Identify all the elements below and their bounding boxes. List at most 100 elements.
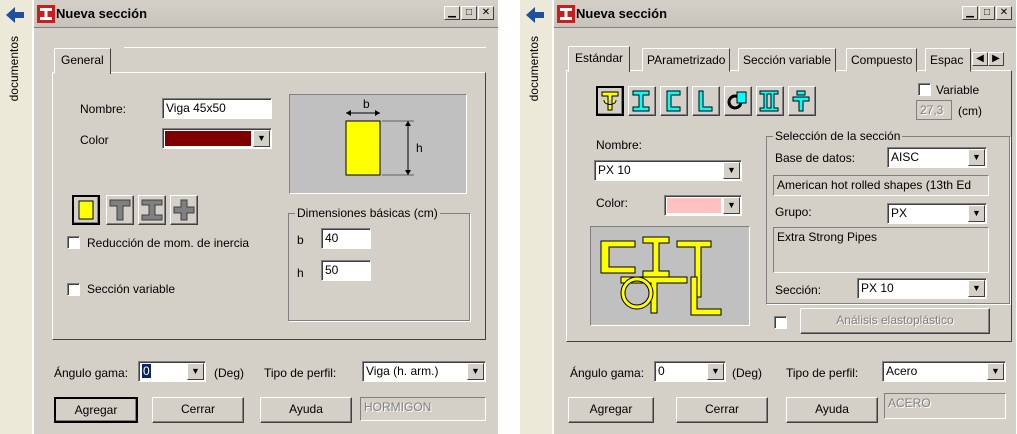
seccion-value: PX 10 bbox=[861, 281, 894, 295]
tab-general[interactable]: General bbox=[54, 48, 111, 74]
app-logo-icon bbox=[37, 5, 55, 23]
color-select[interactable]: ▼ bbox=[162, 128, 272, 149]
app-logo-icon bbox=[557, 5, 575, 23]
chevron-down-icon[interactable]: ▼ bbox=[987, 363, 1004, 380]
double-profile-button[interactable] bbox=[756, 86, 784, 116]
tab-espacial[interactable]: Espac bbox=[925, 48, 971, 72]
side-strip: documentos bbox=[0, 0, 32, 434]
variable-field: 27,3 bbox=[916, 100, 952, 120]
t-shape-icon bbox=[109, 199, 131, 221]
nombre-combo[interactable]: PX 10 ▼ bbox=[594, 160, 742, 181]
chevron-down-icon[interactable]: ▼ bbox=[187, 363, 204, 380]
back-arrow-icon[interactable] bbox=[524, 6, 546, 24]
tipo-combo[interactable]: Viga (h. arm.) ▼ bbox=[362, 361, 486, 382]
maximize-button[interactable]: □ bbox=[461, 6, 477, 20]
tab-estandar[interactable]: Estándar bbox=[568, 46, 631, 72]
chevron-down-icon[interactable]: ▼ bbox=[968, 149, 985, 166]
cerrar-button[interactable]: Cerrar bbox=[676, 397, 768, 423]
nombre-field[interactable]: Viga 45x50 bbox=[162, 98, 272, 119]
tipo-value: Viga (h. arm.) bbox=[366, 364, 439, 378]
analisis-checkbox[interactable] bbox=[774, 316, 787, 329]
seccion-combo[interactable]: PX 10 ▼ bbox=[857, 278, 987, 299]
analisis-button: Análisis elastoplástico bbox=[800, 308, 990, 334]
agregar-button[interactable]: Agregar bbox=[568, 397, 654, 423]
chevron-down-icon[interactable]: ▼ bbox=[707, 363, 724, 380]
tab-scroll-right-icon[interactable]: ▶ bbox=[988, 52, 1004, 66]
l-profile-icon bbox=[698, 90, 713, 112]
angulo-combo[interactable]: 0 ▼ bbox=[138, 361, 206, 382]
angulo-label: Ángulo gama: bbox=[570, 366, 645, 380]
base-value: AISC bbox=[891, 150, 920, 164]
wt-shape-icon bbox=[601, 91, 619, 111]
tipo-value: Acero bbox=[886, 364, 918, 378]
cross-shape-button[interactable] bbox=[170, 195, 198, 225]
section-preview: b h bbox=[289, 94, 467, 194]
rectangle-shape-icon bbox=[78, 200, 94, 220]
h-field[interactable]: 50 bbox=[321, 260, 371, 281]
pipe-profile-button[interactable] bbox=[724, 86, 752, 116]
seccion-variable-label: Sección variable bbox=[87, 282, 176, 296]
color-select[interactable]: ▼ bbox=[664, 195, 742, 216]
title-bar[interactable]: Nueva sección ▁ □ ✕ bbox=[34, 0, 498, 28]
agregar-button[interactable]: Agregar bbox=[54, 397, 138, 423]
nombre-value: PX 10 bbox=[598, 163, 631, 177]
cerrar-button[interactable]: Cerrar bbox=[152, 397, 244, 423]
color-swatch bbox=[667, 198, 721, 213]
maximize-button[interactable]: □ bbox=[979, 6, 995, 20]
chevron-down-icon[interactable]: ▼ bbox=[253, 130, 270, 147]
wt-shape-button[interactable] bbox=[596, 86, 624, 116]
base-label: Base de datos: bbox=[775, 151, 856, 165]
t-shape-button[interactable] bbox=[106, 195, 134, 225]
variable-checkbox[interactable] bbox=[918, 83, 931, 96]
i-shape-button[interactable] bbox=[138, 195, 166, 225]
tab-compuesto[interactable]: Compuesto bbox=[846, 48, 918, 72]
chevron-down-icon[interactable]: ▼ bbox=[968, 280, 985, 297]
chevron-down-icon[interactable]: ▼ bbox=[467, 363, 484, 380]
minimize-button[interactable]: ▁ bbox=[962, 6, 978, 20]
seleccion-title: Selección de la sección bbox=[773, 129, 903, 143]
ayuda-button[interactable]: Ayuda bbox=[260, 397, 352, 423]
chevron-down-icon[interactable]: ▼ bbox=[723, 197, 740, 214]
tab-seccion-variable[interactable]: Sección variable bbox=[738, 48, 837, 72]
rectangle-section-diagram bbox=[345, 110, 414, 176]
ayuda-button[interactable]: Ayuda bbox=[786, 397, 878, 423]
tab-parametrizado[interactable]: PArametrizado bbox=[642, 48, 731, 72]
close-button[interactable]: ✕ bbox=[996, 6, 1012, 20]
base-combo[interactable]: AISC ▼ bbox=[887, 147, 987, 168]
color-label: Color bbox=[80, 133, 109, 147]
back-arrow-icon[interactable] bbox=[4, 6, 26, 24]
chevron-down-icon[interactable]: ▼ bbox=[723, 162, 740, 179]
close-button[interactable]: ✕ bbox=[478, 6, 494, 20]
dialog-window: Nueva sección ▁ □ ✕ Estándar PArametriza… bbox=[554, 0, 1016, 434]
t-profile-button[interactable] bbox=[788, 86, 816, 116]
rectangle-shape-button[interactable] bbox=[72, 195, 100, 225]
section-preview bbox=[590, 226, 750, 326]
grupo-description: Extra Strong Pipes bbox=[773, 227, 989, 273]
b-field[interactable]: 40 bbox=[321, 228, 371, 249]
chevron-down-icon[interactable]: ▼ bbox=[968, 205, 985, 222]
grupo-combo[interactable]: PX ▼ bbox=[887, 203, 987, 224]
window-title: Nueva sección bbox=[576, 6, 668, 21]
tab-scroll-left-icon[interactable]: ◀ bbox=[972, 52, 988, 66]
window-title: Nueva sección bbox=[56, 6, 148, 21]
tipo-label: Tipo de perfil: bbox=[264, 366, 337, 380]
seleccion-group: Selección de la sección Base de datos: A… bbox=[766, 129, 1010, 304]
i-profile-button[interactable] bbox=[628, 86, 656, 116]
i-shape-icon bbox=[141, 199, 163, 221]
tipo-combo[interactable]: Acero ▼ bbox=[882, 361, 1006, 382]
angulo-combo[interactable]: 0 ▼ bbox=[654, 361, 726, 382]
preview-h-label: h bbox=[416, 141, 423, 155]
reduccion-checkbox[interactable] bbox=[67, 236, 80, 249]
variable-label: Variable bbox=[936, 83, 980, 97]
side-tab-documentos[interactable]: documentos bbox=[527, 36, 541, 101]
seccion-variable-checkbox[interactable] bbox=[67, 283, 80, 296]
grupo-value: PX bbox=[891, 206, 908, 220]
steel-shapes-logo bbox=[600, 236, 722, 316]
l-profile-button[interactable] bbox=[692, 86, 720, 116]
c-profile-icon bbox=[666, 90, 681, 112]
title-bar[interactable]: Nueva sección ▁ □ ✕ bbox=[554, 0, 1016, 28]
minimize-button[interactable]: ▁ bbox=[444, 6, 460, 20]
side-tab-documentos[interactable]: documentos bbox=[7, 36, 21, 101]
tipo-label: Tipo de perfil: bbox=[786, 366, 859, 380]
c-profile-button[interactable] bbox=[660, 86, 688, 116]
